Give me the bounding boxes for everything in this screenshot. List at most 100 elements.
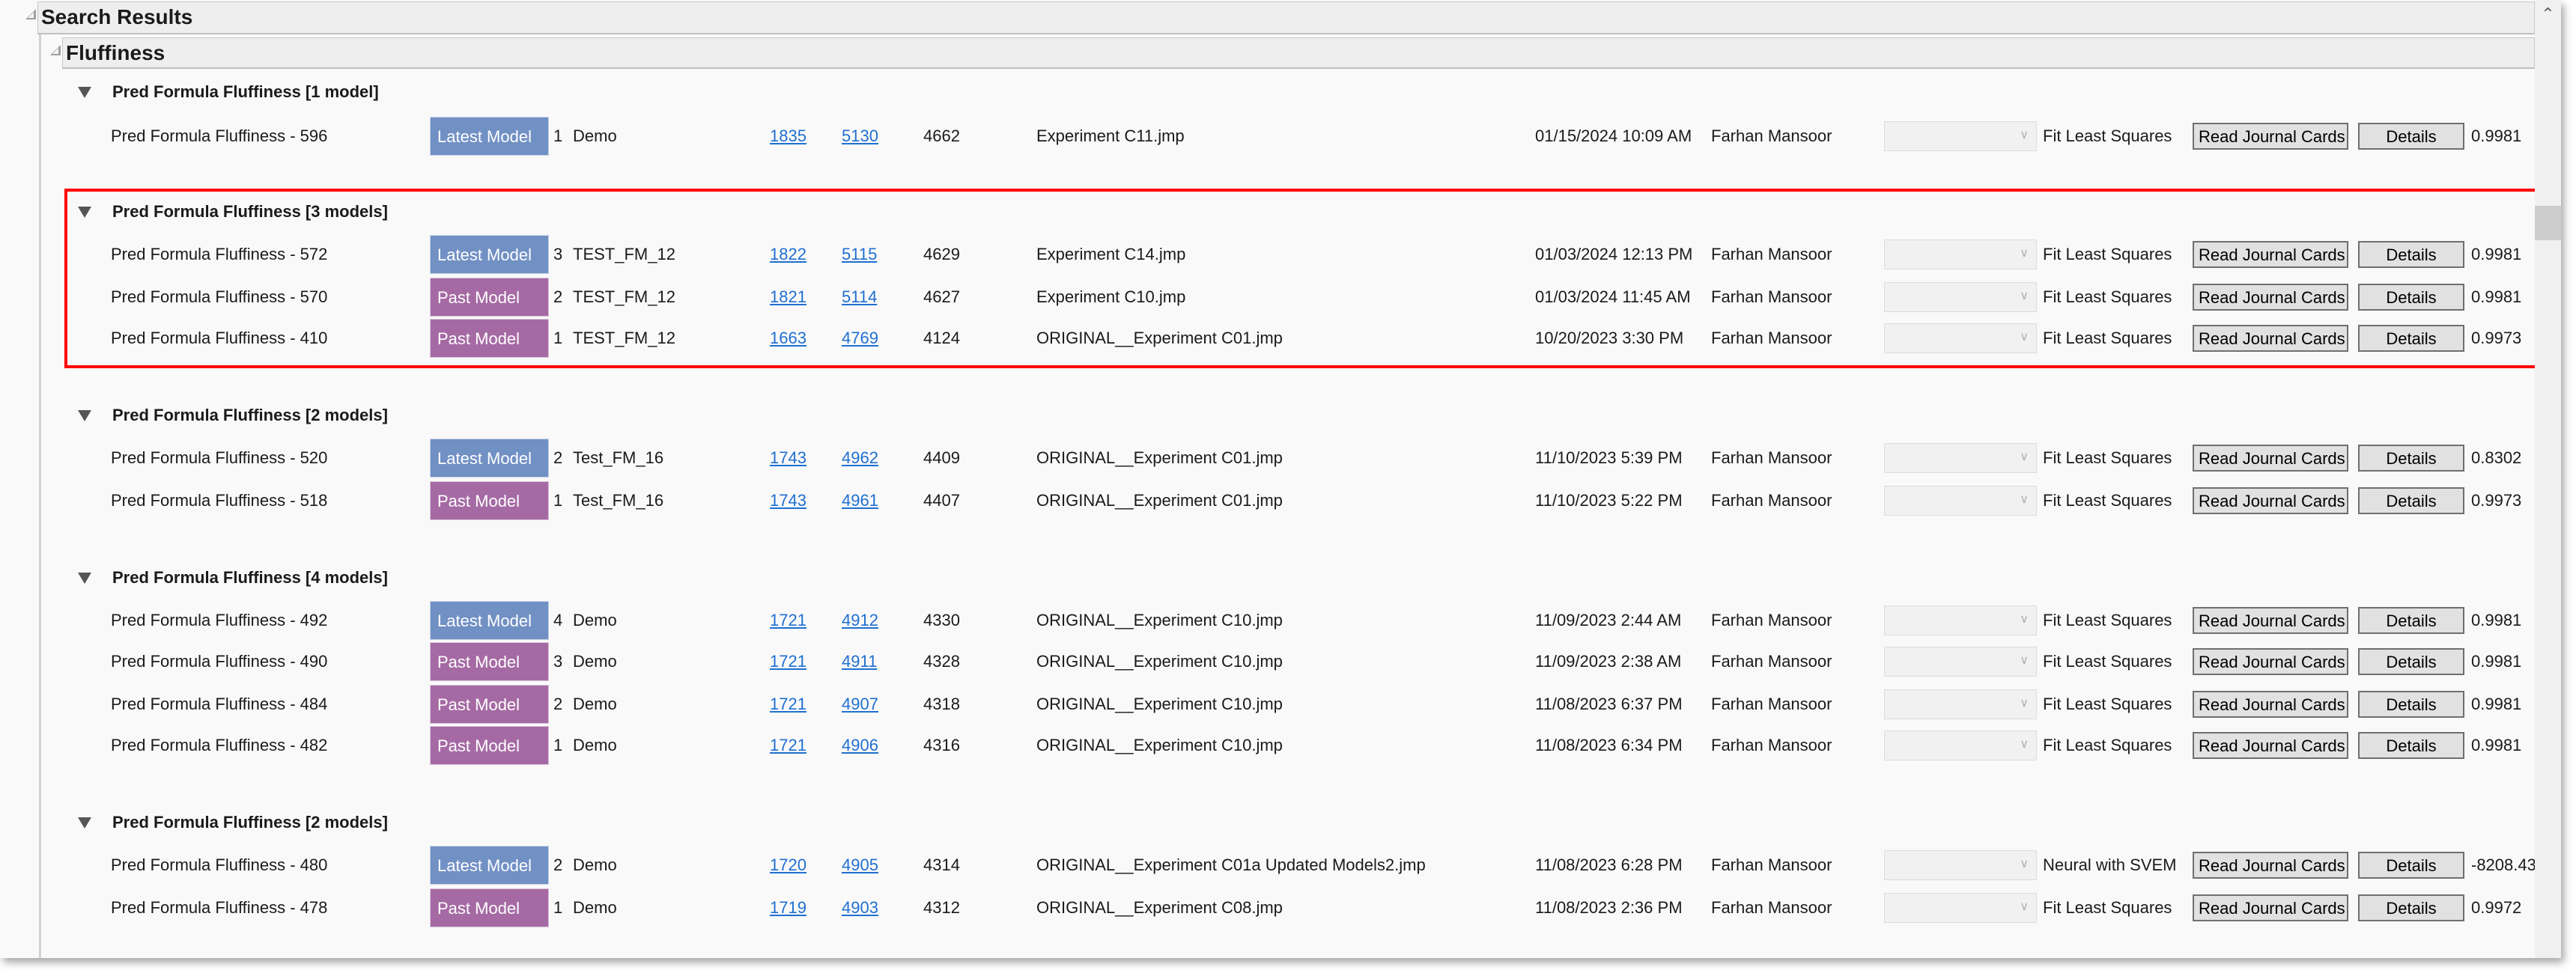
- chevron-down-icon[interactable]: ∨: [2020, 128, 2029, 143]
- group-header[interactable]: Pred Formula Fluffiness [1 model]: [78, 81, 379, 103]
- details-button[interactable]: Details: [2358, 325, 2464, 352]
- author-name: Farhan Mansoor: [1711, 855, 1832, 874]
- expanded-triangle-icon[interactable]: [78, 409, 91, 421]
- link-id-1[interactable]: 1721: [770, 726, 806, 765]
- timestamp: 10/20/2023 3:30 PM: [1535, 329, 1684, 347]
- model-select-dropdown[interactable]: ∨: [1884, 323, 2037, 353]
- details-button[interactable]: Details: [2358, 894, 2464, 921]
- link-id-2[interactable]: 4912: [842, 601, 878, 640]
- details-button[interactable]: Details: [2358, 445, 2464, 472]
- details-button[interactable]: Details: [2358, 691, 2464, 718]
- link-id-1[interactable]: 1721: [770, 601, 806, 640]
- link-id-1[interactable]: 1835: [770, 117, 806, 156]
- link-id-1[interactable]: 1822: [770, 235, 806, 274]
- read-journal-cards-button[interactable]: Read Journal Cards: [2193, 691, 2348, 718]
- fluffiness-disclosure-icon[interactable]: [50, 45, 61, 55]
- link-id-1[interactable]: 1743: [770, 439, 806, 478]
- group-header[interactable]: Pred Formula Fluffiness [2 models]: [78, 811, 388, 834]
- model-version: 1: [553, 491, 563, 510]
- read-journal-cards-button[interactable]: Read Journal Cards: [2193, 487, 2348, 514]
- model-metric-value: 0.9981: [2471, 652, 2522, 671]
- read-journal-cards-button[interactable]: Read Journal Cards: [2193, 607, 2348, 634]
- read-journal-cards-button[interactable]: Read Journal Cards: [2193, 852, 2348, 879]
- link-id-1[interactable]: 1721: [770, 685, 806, 724]
- expanded-triangle-icon[interactable]: [78, 572, 91, 584]
- read-journal-cards-button[interactable]: Read Journal Cards: [2193, 325, 2348, 352]
- chevron-down-icon[interactable]: ∨: [2020, 289, 2029, 304]
- expanded-triangle-icon[interactable]: [78, 86, 91, 98]
- model-select-dropdown[interactable]: ∨: [1884, 689, 2037, 719]
- chevron-down-icon[interactable]: ∨: [2020, 612, 2029, 627]
- link-id-1[interactable]: 1743: [770, 481, 806, 520]
- link-id-1[interactable]: 1663: [770, 319, 806, 358]
- link-id-2[interactable]: 4962: [842, 439, 878, 478]
- details-button[interactable]: Details: [2358, 732, 2464, 759]
- details-button[interactable]: Details: [2358, 648, 2464, 675]
- chevron-up-icon[interactable]: ⌃: [2535, 1, 2561, 24]
- search-results-title: Search Results: [41, 5, 193, 28]
- chevron-down-icon[interactable]: ∨: [2020, 492, 2029, 507]
- link-id-2[interactable]: 4903: [842, 888, 878, 927]
- model-select-dropdown[interactable]: ∨: [1884, 850, 2037, 880]
- link-id-2[interactable]: 4911: [842, 642, 877, 681]
- link-id-1[interactable]: 1720: [770, 846, 806, 885]
- group-header[interactable]: Pred Formula Fluffiness [2 models]: [78, 404, 388, 427]
- model-status-badge: Latest Model: [430, 601, 549, 640]
- search-results-header[interactable]: Search Results: [37, 1, 2535, 34]
- scrollbar-thumb[interactable]: [2535, 206, 2561, 240]
- read-journal-cards-button[interactable]: Read Journal Cards: [2193, 445, 2348, 472]
- model-select-dropdown[interactable]: ∨: [1884, 486, 2037, 516]
- link-id-2[interactable]: 5115: [842, 235, 877, 274]
- link-id-2[interactable]: 5130: [842, 117, 878, 156]
- project-name: Demo: [573, 611, 617, 629]
- details-button[interactable]: Details: [2358, 487, 2464, 514]
- group-header[interactable]: Pred Formula Fluffiness [4 models]: [78, 567, 388, 589]
- chevron-down-icon[interactable]: ∨: [2020, 696, 2029, 711]
- model-version: 1: [553, 898, 563, 917]
- search-results-disclosure-icon[interactable]: [25, 9, 36, 19]
- chevron-down-icon[interactable]: ∨: [2020, 330, 2029, 345]
- details-button[interactable]: Details: [2358, 123, 2464, 150]
- link-id-2[interactable]: 4961: [842, 481, 878, 520]
- read-journal-cards-button[interactable]: Read Journal Cards: [2193, 732, 2348, 759]
- details-button[interactable]: Details: [2358, 284, 2464, 311]
- link-id-2[interactable]: 5114: [842, 278, 877, 317]
- link-id-2[interactable]: 4769: [842, 319, 878, 358]
- read-journal-cards-button[interactable]: Read Journal Cards: [2193, 123, 2348, 150]
- link-id-2[interactable]: 4906: [842, 726, 878, 765]
- expanded-triangle-icon[interactable]: [78, 817, 91, 829]
- expanded-triangle-icon[interactable]: [78, 206, 91, 218]
- details-button[interactable]: Details: [2358, 607, 2464, 634]
- fluffiness-section-header[interactable]: Fluffiness: [62, 37, 2535, 69]
- model-select-dropdown[interactable]: ∨: [1884, 893, 2037, 923]
- vertical-scrollbar[interactable]: ⌃: [2535, 0, 2561, 958]
- model-select-dropdown[interactable]: ∨: [1884, 606, 2037, 635]
- read-journal-cards-button[interactable]: Read Journal Cards: [2193, 894, 2348, 921]
- read-journal-cards-button[interactable]: Read Journal Cards: [2193, 284, 2348, 311]
- model-select-dropdown[interactable]: ∨: [1884, 647, 2037, 677]
- chevron-down-icon[interactable]: ∨: [2020, 450, 2029, 465]
- group-header[interactable]: Pred Formula Fluffiness [3 models]: [78, 201, 388, 223]
- fit-method: Fit Least Squares: [2043, 448, 2172, 467]
- model-select-dropdown[interactable]: ∨: [1884, 443, 2037, 473]
- model-select-dropdown[interactable]: ∨: [1884, 121, 2037, 151]
- link-id-1[interactable]: 1721: [770, 642, 806, 681]
- model-select-dropdown[interactable]: ∨: [1884, 282, 2037, 312]
- link-id-1[interactable]: 1821: [770, 278, 806, 317]
- chevron-down-icon[interactable]: ∨: [2020, 857, 2029, 872]
- link-id-1[interactable]: 1719: [770, 888, 806, 927]
- chevron-down-icon[interactable]: ∨: [2020, 737, 2029, 752]
- chevron-down-icon[interactable]: ∨: [2020, 246, 2029, 261]
- project-name: TEST_FM_12: [573, 245, 675, 263]
- chevron-down-icon[interactable]: ∨: [2020, 900, 2029, 915]
- read-journal-cards-button[interactable]: Read Journal Cards: [2193, 648, 2348, 675]
- model-version: 2: [553, 448, 563, 467]
- chevron-down-icon[interactable]: ∨: [2020, 653, 2029, 668]
- link-id-2[interactable]: 4905: [842, 846, 878, 885]
- model-select-dropdown[interactable]: ∨: [1884, 730, 2037, 760]
- read-journal-cards-button[interactable]: Read Journal Cards: [2193, 241, 2348, 268]
- details-button[interactable]: Details: [2358, 852, 2464, 879]
- model-select-dropdown[interactable]: ∨: [1884, 240, 2037, 269]
- details-button[interactable]: Details: [2358, 241, 2464, 268]
- link-id-2[interactable]: 4907: [842, 685, 878, 724]
